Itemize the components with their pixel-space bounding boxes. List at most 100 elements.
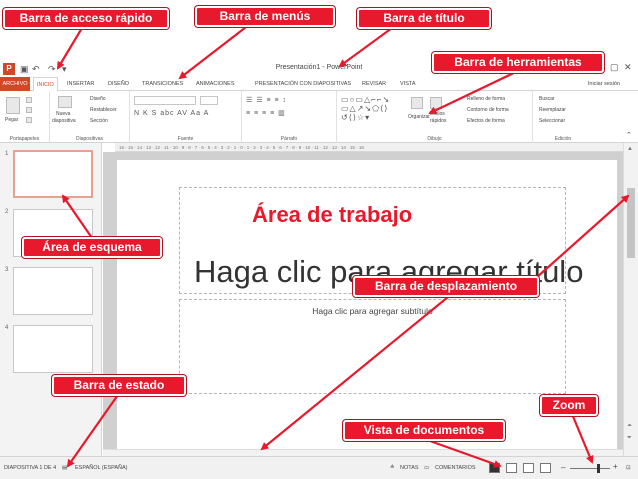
label-scroll-bar: Barra de desplazamiento [353,276,539,297]
reset-button[interactable]: Restablecer [90,107,117,113]
slide-thumb-number: 4 [5,325,9,331]
close-icon[interactable]: ✕ [624,62,632,73]
vertical-scrollbar[interactable]: ▲ ⏶ ⏷ [623,143,638,456]
outline-pane: 1 2 3 4 [0,143,102,456]
select-button[interactable]: Seleccionar [539,118,565,124]
label-title-bar: Barra de título [357,8,491,29]
slide-sorter-view-button[interactable] [506,463,517,473]
group-editing: Buscar Reemplazar Seleccionar Edición [533,91,593,143]
collapse-ribbon-icon[interactable]: ⌃ [626,131,632,139]
arrange-button[interactable]: Organizar [408,114,430,120]
sign-in-link[interactable]: Iniciar sesión [588,77,620,91]
copy-icon[interactable] [26,107,32,113]
horizontal-ruler: 16 · 15 · 14 · 13 · 12 · 11 · 10 · 9 · 8… [115,143,623,152]
slide-thumb-number: 3 [5,267,9,273]
notes-icon: ≙ [390,465,395,471]
replace-button[interactable]: Reemplazar [539,107,566,113]
shapes-gallery-icon[interactable]: ▭○▭△⌐⌐↘ ▭△↗↘⬠⟨⟩ ↺⟨⟩☆▾ [341,95,390,122]
tab-presentacion[interactable]: PRESENTACIÓN CON DIAPOSITIVAS [255,77,351,91]
ruler-ticks: 16 · 15 · 14 · 13 · 12 · 11 · 10 · 9 · 8… [119,145,364,150]
fit-to-window-icon[interactable]: ⊡ [626,465,631,471]
label-menu-bar: Barra de menús [195,6,335,27]
group-label-drawing: Dibujo [427,136,442,142]
tab-diseno[interactable]: DISEÑO [108,77,129,91]
slideshow-view-button[interactable] [540,463,551,473]
paste-icon[interactable] [6,97,20,114]
quick-styles-icon[interactable] [430,97,442,109]
arrange-icon[interactable] [411,97,423,109]
group-font: N K S abc AV Aa A Fuente [130,91,242,143]
label-zoom: Zoom [540,395,598,416]
label-status-bar: Barra de estado [52,375,186,396]
ribbon-toolbar: Pegar Portapapeles Nueva diapositiva Dis… [0,91,638,143]
scroll-up-icon[interactable]: ▲ [627,146,633,152]
group-label-slides: Diapositivas [76,136,103,142]
slide-thumb-number: 2 [5,209,9,215]
slide-thumb-number: 1 [5,151,9,157]
group-label-font: Fuente [177,136,194,142]
slide-thumbnail-3[interactable] [13,267,93,315]
zoom-out-button[interactable]: – [561,463,565,472]
new-slide-icon[interactable] [58,96,72,108]
shape-effects-button[interactable]: Efectos de forma [467,118,505,124]
group-drawing: ▭○▭△⌐⌐↘ ▭△↗↘⬠⟨⟩ ↺⟨⟩☆▾ Organizar Estilos rá… [337,91,533,143]
zoom-slider[interactable] [570,468,610,469]
label-document-views: Vista de documentos [343,420,505,441]
horizontal-scrollbar[interactable] [103,449,623,456]
label-quick-access-bar: Barra de acceso rápido [3,8,169,29]
reading-view-button[interactable] [523,463,534,473]
cut-icon[interactable] [26,97,32,103]
group-label-clipboard: Portapapeles [9,136,40,142]
group-slides: Nueva diapositiva Diseño Restablecer Sec… [50,91,130,143]
tab-transiciones[interactable]: TRANSICIONES [142,77,183,91]
comments-button[interactable]: COMENTARIOS [435,465,476,471]
section-button[interactable]: Sección [90,118,108,124]
tab-revisar[interactable]: REVISAR [362,77,386,91]
tab-insertar[interactable]: INSERTAR [67,77,94,91]
new-slide-button-line1[interactable]: Nueva [56,111,70,117]
paragraph-align-icons[interactable]: ≡ ≡ ≡ ≡ ▥ [246,109,286,118]
shape-outline-button[interactable]: Contorno de forma [467,107,509,113]
new-slide-button-line2[interactable]: diapositiva [52,118,76,124]
subtitle-placeholder-text: Haga clic para agregar subtítulo [312,306,433,316]
find-button[interactable]: Buscar [539,96,555,102]
group-clipboard: Pegar Portapapeles [0,91,50,143]
notes-button[interactable]: NOTAS [400,465,419,471]
zoom-in-button[interactable]: + [613,462,618,471]
group-label-paragraph: Párrafo [280,136,298,142]
scroll-thumb[interactable] [627,188,635,258]
quick-styles-button-line1[interactable]: Estilos [430,111,445,117]
shape-fill-button[interactable]: Relleno de forma [467,96,505,102]
font-size-select[interactable] [200,96,218,105]
format-painter-icon[interactable] [26,117,32,123]
comments-icon: ▭ [424,465,430,471]
zoom-slider-handle[interactable] [597,464,600,473]
label-outline-area: Área de esquema [22,237,162,258]
subtitle-placeholder[interactable]: Haga clic para agregar subtítulo [179,299,566,394]
spellcheck-icon[interactable]: ▤ [62,465,67,471]
previous-slide-icon[interactable]: ⏶ [627,423,632,430]
tab-archivo[interactable]: ARCHIVO [0,77,30,91]
label-work-area: Área de trabajo [252,202,413,227]
tab-animaciones[interactable]: ANIMACIONES [196,77,235,91]
next-slide-icon[interactable]: ⏷ [627,435,632,442]
slide-thumbnail-1[interactable] [13,150,93,198]
normal-view-button[interactable] [489,463,500,473]
label-toolbar: Barra de herramientas [432,52,604,73]
group-label-editing: Edición [554,136,572,142]
language-indicator[interactable]: ESPAÑOL (ESPAÑA) [75,465,127,471]
tab-inicio[interactable]: INICIO [33,77,58,92]
quick-styles-button-line2[interactable]: rápidos [430,118,446,124]
slide-counter: DIAPOSITIVA 1 DE 4 [4,465,57,471]
paragraph-list-icons[interactable]: ☰ ☰ ≡ ≡ ↕ [246,96,287,105]
group-paragraph: ☰ ☰ ≡ ≡ ↕ ≡ ≡ ≡ ≡ ▥ Párrafo [242,91,337,143]
menu-bar: ARCHIVO INICIO INSERTAR DISEÑO TRANSICIO… [0,77,638,92]
maximize-icon[interactable]: ▢ [610,62,619,73]
layout-button[interactable]: Diseño [90,96,106,102]
paste-button[interactable]: Pegar [5,117,18,123]
slide-thumbnail-4[interactable] [13,325,93,373]
font-name-select[interactable] [134,96,196,105]
status-bar: DIAPOSITIVA 1 DE 4 ▤ ESPAÑOL (ESPAÑA) ≙ … [0,456,638,479]
tab-vista[interactable]: VISTA [400,77,416,91]
font-format-icons[interactable]: N K S abc AV Aa A [134,109,209,118]
